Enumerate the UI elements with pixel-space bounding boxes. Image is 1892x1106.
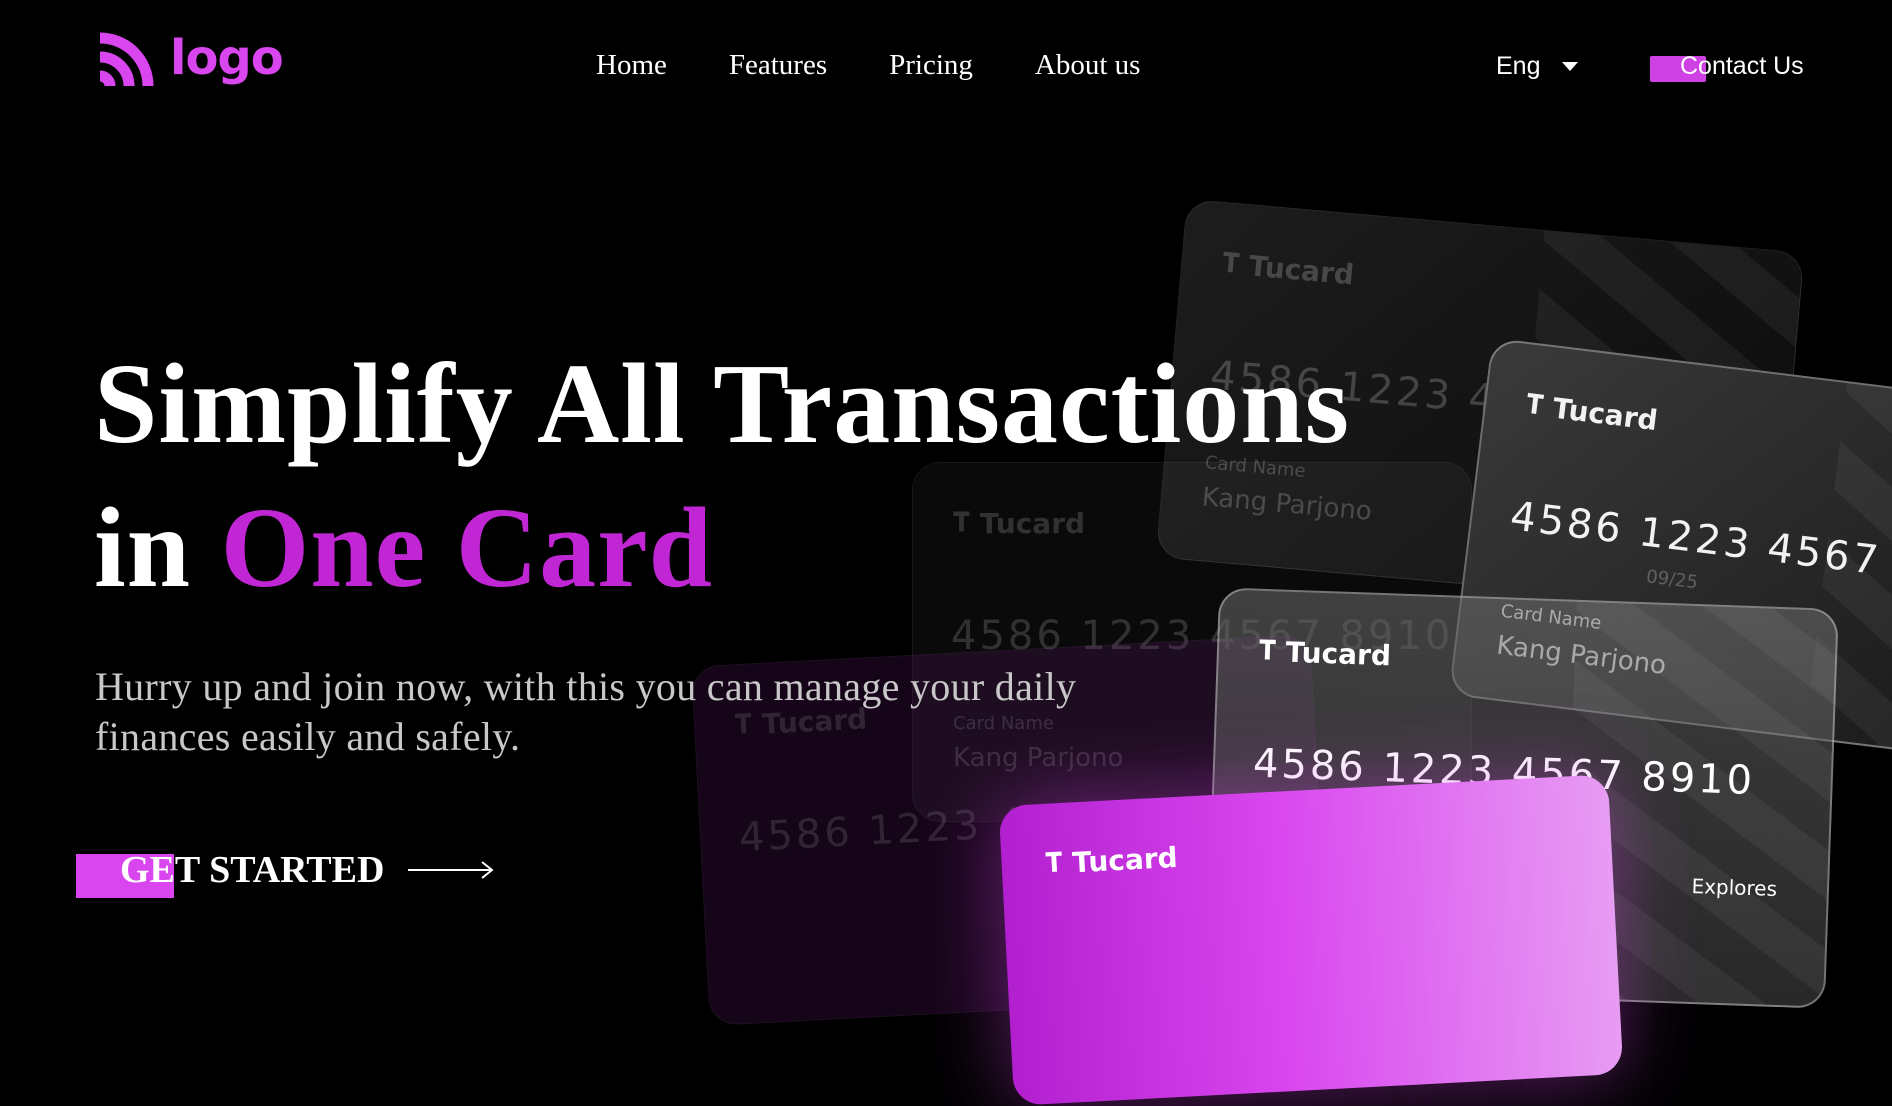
contact-us-label: Contact Us	[1680, 52, 1804, 80]
card-brand: 𝐓 Tucard	[1258, 635, 1391, 673]
card-brand-text: Tucard	[1071, 840, 1179, 880]
hero-subtitle: Hurry up and join now, with this you can…	[95, 664, 1077, 759]
hero-title-accent: One Card	[220, 484, 714, 611]
language-label: Eng	[1496, 52, 1541, 80]
caret-down-icon	[1562, 61, 1579, 71]
get-started-button[interactable]: GET STARTED	[76, 846, 494, 898]
nav-home[interactable]: Home	[596, 46, 667, 84]
card-brand-text: Tucard	[1285, 635, 1392, 673]
get-started-label: GET STARTED	[120, 849, 385, 891]
nav-about-us[interactable]: About us	[1035, 46, 1141, 84]
brand-logo[interactable]: logo	[94, 30, 284, 92]
nav-pricing[interactable]: Pricing	[889, 46, 973, 84]
card-brand: 𝐓 Tucard	[1524, 388, 1660, 438]
tucard-logo-icon: 𝐓	[1258, 635, 1277, 667]
nav-features[interactable]: Features	[729, 46, 827, 84]
card-brand: 𝐓 Tucard	[1045, 841, 1179, 881]
tucard-logo-icon: 𝐓	[1524, 389, 1545, 422]
credit-card-purple-front: 𝐓 Tucard	[998, 774, 1624, 1106]
card-expiry: 09/25	[1644, 566, 1700, 594]
hero-title: Simplify All Transactions in One Card	[94, 332, 1350, 620]
contact-us-button[interactable]: Contact Us	[1650, 50, 1804, 84]
language-selector[interactable]: Eng	[1496, 50, 1579, 82]
main-nav: Home Features Pricing About us	[596, 46, 1202, 84]
tucard-logo-icon: 𝐓	[1221, 248, 1241, 280]
hero-title-line1: Simplify All Transactions	[94, 340, 1351, 467]
card-brand: 𝐓 Tucard	[1221, 247, 1355, 291]
hero-title-line2-prefix: in	[94, 484, 221, 611]
arrow-right-icon	[408, 861, 494, 879]
tucard-logo-icon: 𝐓	[1044, 847, 1064, 879]
card-extra-label: Explores	[1691, 873, 1778, 901]
logo-mark-icon	[99, 32, 154, 87]
card-brand-text: Tucard	[1247, 249, 1356, 292]
card-brand-text: Tucard	[1550, 391, 1660, 438]
logo-text: logo	[170, 30, 284, 86]
